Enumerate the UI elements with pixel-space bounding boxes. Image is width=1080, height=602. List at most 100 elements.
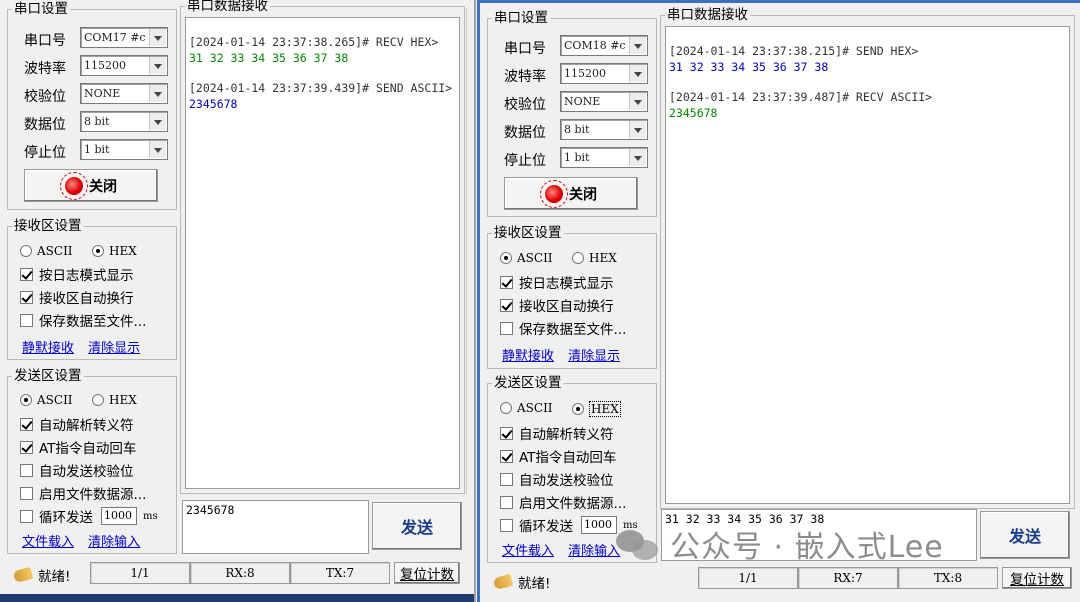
port-settings-title: 串口设置	[12, 0, 70, 18]
baud-field: 波特率 115200	[498, 63, 648, 85]
port-settings-group: 串口设置 串口号 COM18 #c 波特率 115200 校验位 NONE 数据…	[487, 9, 657, 217]
load-file-link[interactable]: 文件载入	[22, 535, 74, 550]
loop-interval-input[interactable]: 1000	[101, 507, 137, 525]
escape-parse-checkbox[interactable]: 自动解析转义符	[500, 424, 614, 443]
auto-checksum-checkbox[interactable]: 自动发送校验位	[20, 461, 134, 480]
chevron-down-icon[interactable]	[629, 37, 646, 54]
port-settings-title: 串口设置	[492, 9, 550, 27]
rx-data-title: 串口数据接收	[665, 6, 750, 24]
log-mode-checkbox[interactable]: 按日志模式显示	[500, 273, 614, 292]
auto-checksum-checkbox[interactable]: 自动发送校验位	[500, 470, 614, 489]
wechat-icon	[616, 526, 660, 562]
chevron-down-icon[interactable]	[629, 121, 646, 138]
parity-field: 校验位 NONE	[18, 83, 168, 105]
baud-select[interactable]: 115200	[80, 55, 168, 76]
field-label: 校验位	[504, 97, 546, 113]
port-field: 串口号 COM17 #c	[18, 27, 168, 49]
save-to-file-checkbox[interactable]: 保存数据至文件...	[500, 319, 626, 338]
loop-interval-input[interactable]: 1000	[581, 516, 617, 534]
rx-data-area[interactable]: [2024-01-14 23:37:38.265]# RECV HEX> 31 …	[185, 17, 460, 489]
rx-ascii-radio[interactable]: ASCII	[20, 244, 73, 258]
log-data: 2345678	[189, 97, 238, 111]
log-mode-checkbox[interactable]: 按日志模式显示	[20, 265, 134, 284]
chevron-down-icon[interactable]	[149, 85, 166, 102]
status-bar: 就绪! 1/1 RX:7 TX:8 复位计数	[480, 567, 1080, 592]
clear-input-link[interactable]: 清除输入	[88, 535, 140, 550]
stopbits-select[interactable]: 1 bit	[560, 147, 648, 168]
baud-select[interactable]: 115200	[560, 63, 648, 84]
status-rx: RX:8	[190, 562, 290, 584]
tx-settings-title: 发送区设置	[12, 367, 84, 385]
serial-window-left: 串口设置 串口号 COM17 #c 波特率 115200 校验位 NONE 数据…	[0, 0, 476, 602]
rx-autowrap-checkbox[interactable]: 接收区自动换行	[500, 296, 614, 315]
silent-receive-link[interactable]: 静默接收	[502, 349, 554, 364]
rx-autowrap-checkbox[interactable]: 接收区自动换行	[20, 288, 134, 307]
reset-count-button[interactable]: 复位计数	[394, 562, 460, 584]
field-label: 数据位	[504, 125, 546, 141]
file-source-checkbox[interactable]: 启用文件数据源...	[500, 493, 626, 512]
rx-ascii-radio[interactable]: ASCII	[500, 251, 553, 265]
port-select[interactable]: COM18 #c	[560, 35, 648, 56]
status-ready: 就绪!	[518, 576, 551, 592]
tx-ascii-radio[interactable]: ASCII	[20, 393, 73, 407]
silent-receive-link[interactable]: 静默接收	[22, 341, 74, 356]
at-auto-cr-checkbox[interactable]: AT指令自动回车	[500, 447, 616, 466]
stopbits-select[interactable]: 1 bit	[80, 139, 168, 160]
save-to-file-checkbox[interactable]: 保存数据至文件...	[20, 311, 146, 330]
tx-ascii-radio[interactable]: ASCII	[500, 401, 553, 415]
loop-send-checkbox[interactable]: 循环发送 1000 ms	[20, 507, 158, 526]
rx-settings-title: 接收区设置	[492, 224, 564, 242]
rx-data-area[interactable]: [2024-01-14 23:37:38.215]# SEND HEX> 31 …	[665, 26, 1070, 504]
close-port-button[interactable]: 关闭	[24, 169, 158, 202]
log-data: 2345678	[669, 106, 718, 120]
load-file-link[interactable]: 文件载入	[502, 544, 554, 559]
chevron-down-icon[interactable]	[149, 141, 166, 158]
scrollbar[interactable]	[466, 8, 474, 494]
chevron-down-icon[interactable]	[149, 113, 166, 130]
field-label: 波特率	[24, 61, 66, 77]
chevron-down-icon[interactable]	[149, 29, 166, 46]
clear-display-link[interactable]: 清除显示	[568, 349, 620, 364]
escape-parse-checkbox[interactable]: 自动解析转义符	[20, 415, 134, 434]
parity-select[interactable]: NONE	[80, 83, 168, 104]
stopbits-field: 停止位 1 bit	[498, 147, 648, 169]
port-select[interactable]: COM17 #c	[80, 27, 168, 48]
hand-icon	[12, 566, 34, 584]
rx-data-group: 串口数据接收 [2024-01-14 23:37:38.215]# SEND H…	[660, 6, 1075, 509]
log-timestamp: [2024-01-14 23:37:38.215]# SEND HEX>	[669, 44, 919, 58]
status-page: 1/1	[698, 567, 798, 589]
clear-display-link[interactable]: 清除显示	[88, 341, 140, 356]
send-button[interactable]: 发送	[372, 502, 462, 550]
led-icon	[60, 171, 88, 200]
tx-hex-radio[interactable]: HEX	[572, 401, 621, 417]
databits-select[interactable]: 8 bit	[560, 119, 648, 140]
close-port-button[interactable]: 关闭	[504, 177, 638, 210]
databits-select[interactable]: 8 bit	[80, 111, 168, 132]
baud-field: 波特率 115200	[18, 55, 168, 77]
parity-select[interactable]: NONE	[560, 91, 648, 112]
tx-input[interactable]: 2345678	[182, 500, 369, 554]
port-settings-group: 串口设置 串口号 COM17 #c 波特率 115200 校验位 NONE 数据…	[7, 0, 177, 210]
tx-settings-title: 发送区设置	[492, 374, 564, 392]
reset-count-button[interactable]: 复位计数	[1002, 567, 1072, 589]
field-label: 波特率	[504, 69, 546, 85]
file-source-checkbox[interactable]: 启用文件数据源...	[20, 484, 146, 503]
parity-field: 校验位 NONE	[498, 91, 648, 113]
chevron-down-icon[interactable]	[629, 93, 646, 110]
rx-data-group: 串口数据接收 [2024-01-14 23:37:38.265]# RECV H…	[180, 0, 465, 494]
field-label: 数据位	[24, 117, 66, 133]
at-auto-cr-checkbox[interactable]: AT指令自动回车	[20, 438, 136, 457]
clear-input-link[interactable]: 清除输入	[568, 544, 620, 559]
chevron-down-icon[interactable]	[149, 57, 166, 74]
rx-hex-radio[interactable]: HEX	[92, 244, 137, 258]
field-label: 串口号	[504, 41, 546, 57]
chevron-down-icon[interactable]	[629, 149, 646, 166]
rx-hex-radio[interactable]: HEX	[572, 251, 617, 265]
databits-field: 数据位 8 bit	[18, 111, 168, 133]
tx-hex-radio[interactable]: HEX	[92, 393, 137, 407]
log-data: 31 32 33 34 35 36 37 38	[189, 51, 349, 65]
serial-window-right: 串口设置 串口号 COM18 #c 波特率 115200 校验位 NONE 数据…	[477, 0, 1080, 602]
chevron-down-icon[interactable]	[629, 65, 646, 82]
send-button[interactable]: 发送	[980, 511, 1070, 559]
status-ready: 就绪!	[38, 569, 71, 585]
